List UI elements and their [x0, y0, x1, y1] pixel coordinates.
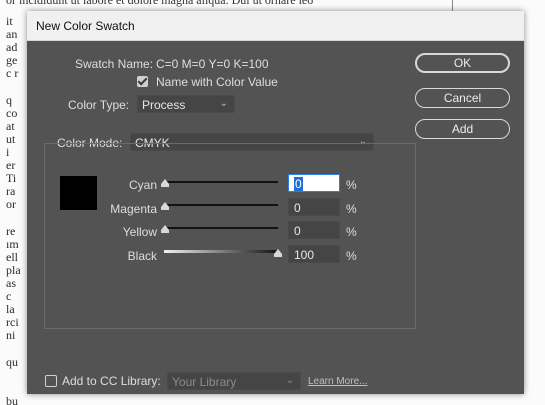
name-with-color-value-checkbox[interactable]: [137, 76, 148, 87]
magenta-input[interactable]: 0: [288, 198, 340, 216]
magenta-label: Magenta: [110, 202, 157, 216]
cc-library-value: Your Library: [172, 375, 237, 389]
cancel-button[interactable]: Cancel: [415, 88, 510, 108]
ok-button[interactable]: OK: [415, 53, 510, 73]
dialog-titlebar[interactable]: New Color Swatch: [27, 11, 524, 41]
magenta-percent: %: [346, 202, 357, 216]
document-line: c r: [6, 66, 19, 81]
magenta-slider-track[interactable]: [164, 204, 278, 206]
cyan-percent: %: [346, 178, 357, 192]
color-type-value: Process: [142, 98, 186, 112]
chevron-down-icon: ⌄: [285, 375, 294, 386]
color-swatch-preview: [60, 176, 97, 210]
add-to-cc-library-checkbox[interactable]: [45, 375, 57, 387]
black-slider-track[interactable]: [164, 250, 278, 253]
document-bottom-text: bu: [0, 394, 545, 405]
document-bottom-line: bu: [6, 394, 18, 405]
document-line: qu: [6, 354, 18, 369]
new-color-swatch-dialog: New Color Swatch Swatch Name: C=0 M=0 Y=…: [27, 11, 524, 394]
black-percent: %: [346, 249, 357, 263]
document-line: or: [6, 197, 16, 212]
cyan-slider-track[interactable]: [164, 181, 278, 183]
color-type-label: Color Type:: [68, 98, 130, 112]
yellow-input[interactable]: 0: [288, 221, 340, 239]
cyan-slider-handle[interactable]: [161, 179, 169, 187]
magenta-slider-handle[interactable]: [161, 202, 169, 210]
name-with-color-value-label: Name with Color Value: [156, 75, 278, 89]
chevron-down-icon: ⌄: [219, 98, 228, 109]
yellow-percent: %: [346, 225, 357, 239]
dialog-title: New Color Swatch: [36, 19, 135, 33]
add-button[interactable]: Add: [415, 119, 510, 139]
learn-more-link[interactable]: Learn More...: [308, 376, 367, 387]
swatch-name-value: C=0 M=0 Y=0 K=100: [156, 57, 269, 71]
yellow-slider-track[interactable]: [164, 227, 278, 229]
yellow-label: Yellow: [122, 225, 157, 239]
black-slider-handle[interactable]: [274, 249, 282, 257]
yellow-slider-handle[interactable]: [161, 225, 169, 233]
add-to-cc-library-label: Add to CC Library:: [62, 374, 161, 388]
document-line: ni: [6, 328, 16, 343]
cyan-label: Cyan: [128, 178, 157, 192]
black-input[interactable]: 100: [288, 245, 340, 263]
black-label: Black: [127, 249, 157, 263]
cyan-value: 0: [294, 177, 303, 191]
swatch-name-label: Swatch Name:: [75, 57, 154, 71]
color-type-dropdown[interactable]: Process ⌄: [137, 95, 235, 113]
cc-library-dropdown[interactable]: Your Library ⌄: [167, 372, 301, 390]
document-top-line: or incididunt ut labore et dolore magna …: [6, 0, 314, 7]
cyan-input[interactable]: 0: [288, 174, 340, 192]
document-rule: [452, 0, 453, 11]
document-top-text: or incididunt ut labore et dolore magna …: [0, 0, 545, 11]
